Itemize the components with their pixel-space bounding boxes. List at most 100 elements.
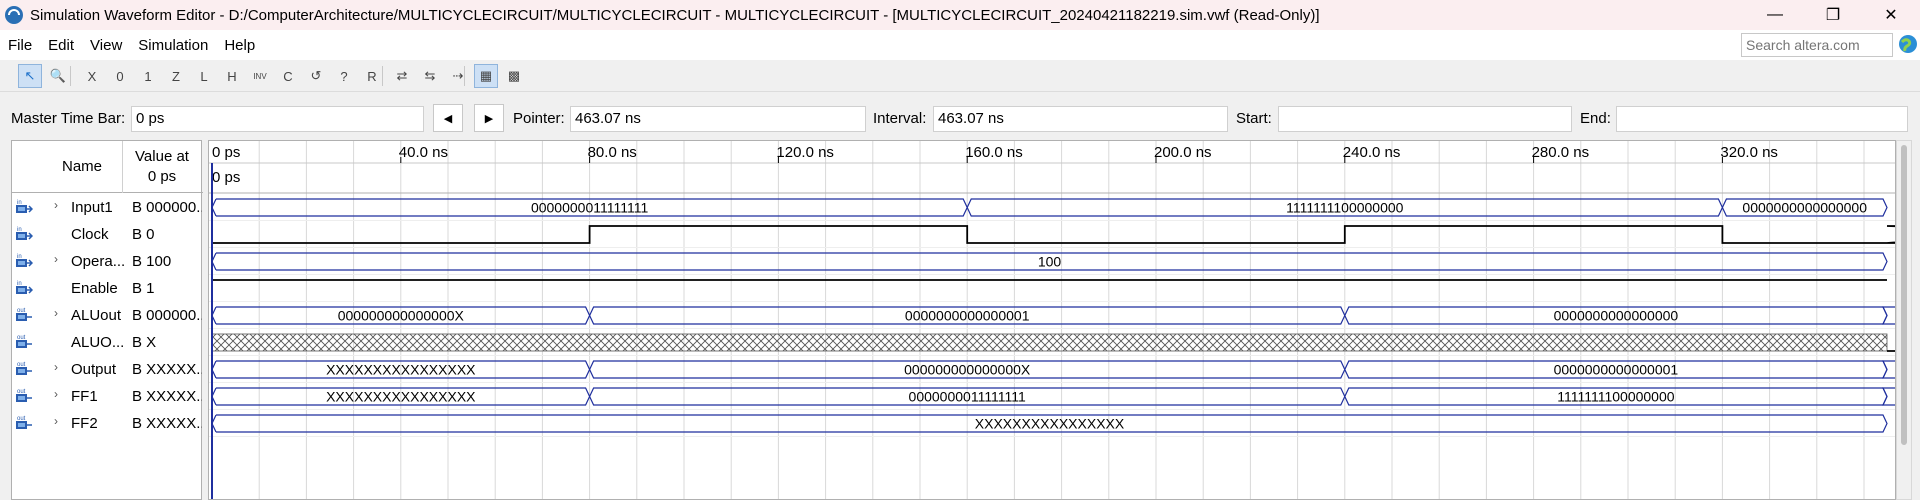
- menu-help[interactable]: Help: [216, 37, 263, 54]
- bus-value-label: 0000000011111111: [909, 389, 1027, 405]
- menu-view[interactable]: View: [82, 37, 130, 54]
- bus-value-label: 0000000011111111: [531, 200, 649, 216]
- force-unknown-icon[interactable]: X: [80, 64, 104, 88]
- signal-row[interactable]: out › Output B XXXXX...: [12, 356, 203, 383]
- waveform-canvas[interactable]: 0 ps 40.0 ns 80.0 ns 120.0 ns 160.0 ns 200.0 …: [209, 141, 1896, 500]
- signal-row[interactable]: in Clock B 0: [12, 221, 203, 248]
- random-value-icon[interactable]: R: [360, 64, 384, 88]
- waveform-aluout[interactable]: 000000000000000X 0000000000000001 00000000…: [211, 306, 1896, 325]
- expand-chevron-icon[interactable]: ›: [54, 252, 58, 266]
- menu-edit[interactable]: Edit: [40, 37, 82, 54]
- search-input[interactable]: [1741, 33, 1893, 57]
- signal-row[interactable]: out › FF2 B XXXXX...: [12, 410, 203, 437]
- waveform-ff2[interactable]: XXXXXXXXXXXXXXXX: [211, 414, 1888, 433]
- master-time-bar-field[interactable]: 0 ps: [131, 106, 424, 132]
- svg-text:in: in: [17, 227, 22, 233]
- signal-value: B 1: [132, 280, 155, 297]
- waveform-output[interactable]: XXXXXXXXXXXXXXXX 000000000000000X 00000000…: [211, 360, 1896, 379]
- close-button[interactable]: ✕: [1862, 0, 1920, 30]
- next-transition-button[interactable]: ▶: [474, 104, 504, 132]
- waveform-display[interactable]: 0 ps 40.0 ns 80.0 ns 120.0 ns 160.0 ns 200.0 …: [208, 140, 1896, 500]
- globe-icon[interactable]: [1898, 34, 1918, 54]
- signal-value: B 100: [132, 253, 172, 270]
- expand-chevron-icon[interactable]: ›: [54, 360, 58, 374]
- name-column-header[interactable]: Name: [42, 158, 122, 175]
- menu-file[interactable]: File: [0, 37, 40, 54]
- force-low-icon-glyph: 0: [116, 68, 124, 84]
- snap-to-grid-icon-glyph: ⇄: [396, 68, 408, 83]
- cursor-time-label: 0 ps: [212, 169, 240, 186]
- expand-chevron-icon[interactable]: ›: [54, 414, 58, 428]
- signal-name: Enable: [71, 280, 118, 297]
- compare-icon[interactable]: ▩: [502, 64, 526, 88]
- count-value-icon[interactable]: C: [276, 64, 300, 88]
- column-divider[interactable]: [122, 141, 123, 193]
- signal-name: FF2: [71, 415, 98, 432]
- signal-row[interactable]: in › Opera... B 100: [12, 248, 203, 275]
- ungroup-icon[interactable]: ⇢: [446, 64, 470, 88]
- expand-chevron-icon[interactable]: ›: [54, 198, 58, 212]
- signal-value: B XXXXX...: [132, 361, 202, 378]
- pointer-tool-icon[interactable]: ↖: [18, 64, 42, 88]
- pointer-field[interactable]: 463.07 ns: [570, 106, 866, 132]
- compare-icon-glyph: ▩: [507, 68, 521, 83]
- force-weak-high-icon[interactable]: H: [220, 64, 244, 88]
- waveform-opera[interactable]: 100: [211, 252, 1888, 271]
- waveform-aluo[interactable]: [211, 333, 1896, 352]
- toolbar-separator: [464, 66, 465, 86]
- interval-field[interactable]: 463.07 ns: [933, 106, 1228, 132]
- value-at-time: 0 ps: [147, 168, 177, 185]
- zoom-tool-icon[interactable]: 🔍: [46, 64, 70, 88]
- zoom-tool-icon-glyph: 🔍: [49, 68, 67, 83]
- arbitrary-value-icon[interactable]: ?: [332, 64, 356, 88]
- output-pin-icon: out: [16, 335, 32, 348]
- invert-icon[interactable]: INV: [248, 64, 272, 88]
- grid-settings-icon[interactable]: ▦: [474, 64, 498, 88]
- value-at-column-header[interactable]: Value at 0 ps: [124, 147, 200, 187]
- time-label: 200.0 ns: [1154, 144, 1212, 161]
- force-weak-low-icon[interactable]: L: [192, 64, 216, 88]
- vertical-scrollbar[interactable]: [1896, 140, 1912, 500]
- bus-value-label: 0000000000000000: [1554, 308, 1679, 324]
- force-high-icon-glyph: 1: [144, 68, 152, 84]
- bus-value-label: XXXXXXXXXXXXXXXX: [326, 362, 476, 378]
- signal-value: B 0: [132, 226, 155, 243]
- signal-row[interactable]: out › FF1 B XXXXX...: [12, 383, 203, 410]
- clock-value-icon-glyph: ↺: [310, 68, 322, 83]
- signal-value: B XXXXX...: [132, 415, 202, 432]
- grid-settings-icon-glyph: ▦: [479, 68, 493, 83]
- signal-row[interactable]: in › Input1 B 000000...: [12, 194, 203, 221]
- previous-transition-button[interactable]: ◀: [433, 104, 463, 132]
- svg-text:out: out: [17, 416, 26, 422]
- time-label: 80.0 ns: [588, 144, 637, 161]
- toolbar-separator: [70, 66, 71, 86]
- clock-value-icon[interactable]: ↺: [304, 64, 328, 88]
- bus-value-label: XXXXXXXXXXXXXXXX: [326, 389, 476, 405]
- unknown-region: [211, 333, 1888, 352]
- expand-chevron-icon[interactable]: ›: [54, 306, 58, 320]
- scrollbar-thumb[interactable]: [1901, 145, 1907, 445]
- end-field[interactable]: [1616, 106, 1908, 132]
- input-pin-icon: in: [16, 200, 33, 213]
- signal-row[interactable]: out ALUO... B X: [12, 329, 203, 356]
- toolbar: ↖ 🔍 X 0 1 Z L H INV C ↺? R ⇄ ⇆ ⇢ ▦ ▩: [0, 60, 1920, 92]
- signal-name: Output: [71, 361, 117, 378]
- signal-row[interactable]: out › ALUout B 000000...: [12, 302, 203, 329]
- waveform-ff1[interactable]: XXXXXXXXXXXXXXXX 0000000011111111 11111111…: [211, 387, 1896, 406]
- group-icon[interactable]: ⇆: [418, 64, 442, 88]
- force-low-icon[interactable]: 0: [108, 64, 132, 88]
- expand-chevron-icon[interactable]: ›: [54, 387, 58, 401]
- snap-to-grid-icon[interactable]: ⇄: [390, 64, 414, 88]
- bus-segment: [1882, 387, 1895, 406]
- svg-text:out: out: [17, 308, 26, 314]
- waveform-input1[interactable]: 0000000011111111 1111111100000000 00000000…: [211, 198, 1888, 217]
- menu-simulation[interactable]: Simulation: [130, 37, 216, 54]
- start-field[interactable]: [1278, 106, 1572, 132]
- waveform-clock[interactable]: [212, 225, 1896, 244]
- force-high-icon[interactable]: 1: [136, 64, 160, 88]
- minimize-button[interactable]: —: [1746, 0, 1804, 30]
- restore-button[interactable]: ❐: [1804, 0, 1862, 30]
- signal-name: Input1: [71, 199, 113, 216]
- force-high-impedance-icon[interactable]: Z: [164, 64, 188, 88]
- signal-row[interactable]: in Enable B 1: [12, 275, 203, 302]
